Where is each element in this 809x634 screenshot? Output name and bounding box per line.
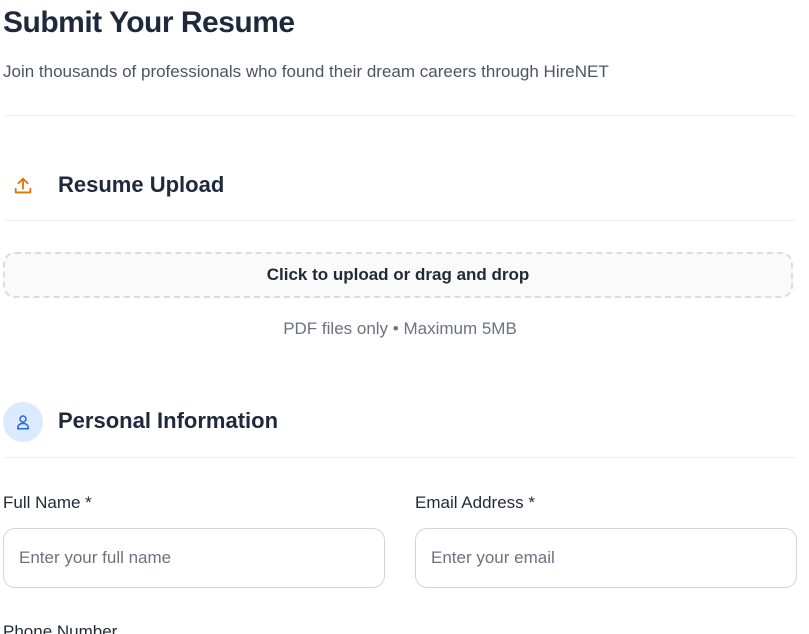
email-input[interactable] [415,528,797,588]
personal-section-divider [3,457,797,458]
page-title: Submit Your Resume [3,6,295,39]
resume-form-page: Submit Your Resume Join thousands of pro… [0,0,809,634]
email-label: Email Address * [415,493,535,512]
resume-upload-heading: Resume Upload [58,172,225,197]
phone-label: Phone Number [3,622,118,634]
page-subtitle: Join thousands of professionals who foun… [3,62,609,81]
header-divider [3,115,797,116]
personal-info-heading: Personal Information [58,408,279,433]
upload-icon [3,166,43,206]
user-icon [3,402,43,442]
full-name-label: Full Name * [3,493,92,512]
resume-dropzone[interactable]: Click to upload or drag and drop [3,252,793,298]
dropzone-label: Click to upload or drag and drop [266,265,530,284]
full-name-input[interactable] [3,528,385,588]
upload-hint: PDF files only • Maximum 5MB [283,319,517,338]
resume-section-divider [3,220,797,221]
